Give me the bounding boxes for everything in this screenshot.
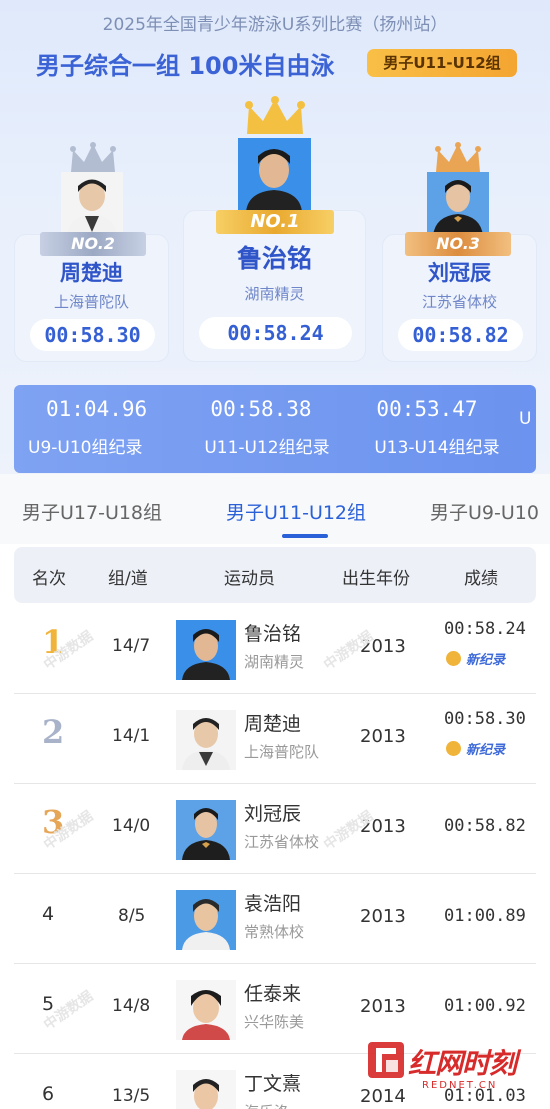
rank: 4 — [42, 903, 55, 925]
record-label: U11-U12组纪录 — [204, 438, 330, 458]
birth-year: 2013 — [360, 906, 406, 927]
result-time: 00:58.24 — [444, 619, 526, 639]
header-athlete: 运动员 — [224, 569, 275, 589]
athlete-name: 袁浩阳 — [244, 893, 302, 915]
athlete-photo — [176, 890, 236, 950]
lane: 14/8 — [112, 996, 151, 1016]
rank: 5 — [42, 993, 55, 1015]
record-next: U — [519, 397, 536, 429]
table-row[interactable]: 1 14/7 鲁治铭 湖南精灵 2013 00:58.24 新纪录 — [14, 605, 536, 694]
table-row[interactable]: 3 14/0 刘冠辰 江苏省体校 2013 00:58.82 — [14, 785, 536, 874]
athlete-photo — [176, 980, 236, 1040]
new-record-label: 新纪录 — [466, 653, 506, 668]
event-title: 2025年全国青少年游泳U系列比赛（扬州站） — [102, 15, 448, 35]
logo-sub: REDNET.CN — [422, 1080, 498, 1091]
athlete-name: 周楚迪 — [244, 713, 302, 735]
athlete-name: 鲁治铭 — [244, 623, 302, 645]
rank-bronze: 3 — [42, 803, 65, 841]
event-subtitle: 男子综合一组 100米自由泳 — [36, 52, 335, 80]
lane: 8/5 — [118, 906, 146, 926]
record-label: U13-U14组纪录 — [374, 438, 500, 458]
athlete-photo — [176, 800, 236, 860]
athlete-team: 兴华陈美 — [244, 1013, 305, 1031]
birth-year: 2013 — [360, 996, 406, 1017]
result-time: 00:58.82 — [444, 816, 526, 836]
new-record-label: 新纪录 — [466, 743, 506, 758]
athlete-team: 上海普陀队 — [244, 743, 320, 761]
record-u13-u14: 00:53.47 U13-U14组纪录 — [352, 397, 522, 458]
podium-time: 00:58.82 — [398, 319, 523, 351]
table-row[interactable]: 4 8/5 袁浩阳 常熟体校 2013 01:00.89 — [14, 875, 536, 964]
athlete-photo — [176, 710, 236, 770]
birth-year: 2013 — [360, 726, 406, 747]
podium-team: 上海普陀队 — [53, 293, 129, 311]
athlete-name: 刘冠辰 — [244, 803, 302, 825]
header-result: 成绩 — [464, 569, 498, 589]
podium-ribbon-third: NO.3 — [405, 232, 511, 256]
tab-u9-u10[interactable]: 男子U9-U10 — [430, 498, 539, 525]
new-record-badge: 新纪录 — [446, 739, 505, 758]
rank-silver: 2 — [42, 713, 65, 751]
new-record-badge: 新纪录 — [446, 649, 505, 668]
group-tabs: 男子U17-U18组 男子U11-U12组 男子U9-U10 — [0, 474, 550, 544]
records-strip[interactable]: 01:04.96 U9-U10组纪录 00:58.38 U11-U12组纪录 0… — [14, 385, 536, 473]
lane: 14/0 — [112, 816, 151, 836]
result-time: 00:58.30 — [444, 709, 526, 729]
podium-team: 江苏省体校 — [421, 293, 497, 311]
podium-photo-third — [427, 172, 489, 236]
rednet-logo: 红网时刻 REDNET.CN — [362, 1028, 550, 1109]
record-label: U — [519, 409, 532, 429]
rank: 6 — [42, 1083, 55, 1105]
logo-text: 红网时刻 — [408, 1047, 517, 1080]
group-badge[interactable]: 男子U11-U12组 — [367, 49, 517, 77]
podium-team: 湖南精灵 — [244, 285, 305, 303]
record-time: 00:53.47 — [376, 397, 478, 421]
record-time: 00:58.38 — [210, 397, 312, 421]
result-time: 01:00.89 — [444, 906, 526, 926]
athlete-team: 江苏省体校 — [244, 833, 320, 851]
podium-name: 周楚迪 — [60, 261, 123, 285]
active-tab-indicator — [282, 534, 328, 538]
athlete-photo — [176, 620, 236, 680]
record-time: 01:04.96 — [46, 397, 148, 421]
athlete-team: 湖南精灵 — [244, 653, 305, 671]
medal-icon — [446, 651, 461, 666]
rank-gold: 1 — [42, 623, 65, 661]
podium-time: 00:58.30 — [30, 319, 155, 351]
athlete-team: 常熟体校 — [244, 923, 305, 941]
silver-crown-icon — [70, 142, 116, 172]
athlete-photo — [176, 1070, 236, 1109]
medal-icon — [446, 741, 461, 756]
podium-name: 鲁治铭 — [236, 244, 312, 273]
record-u11-u12: 00:58.38 U11-U12组纪录 — [182, 397, 352, 458]
gold-crown-icon — [245, 96, 305, 134]
table-row[interactable]: 2 14/1 周楚迪 上海普陀队 2013 00:58.30 新纪录 — [14, 695, 536, 784]
podium-photo-first — [238, 138, 311, 212]
podium-name: 刘冠辰 — [428, 261, 491, 285]
lane: 14/1 — [112, 726, 151, 746]
record-u9-u10: 01:04.96 U9-U10组纪录 — [14, 397, 169, 458]
tab-u11-u12[interactable]: 男子U11-U12组 — [226, 498, 366, 525]
header-rank: 名次 — [32, 569, 66, 589]
record-label: U9-U10组纪录 — [28, 438, 143, 458]
athlete-team: 海乐洛 — [244, 1101, 289, 1109]
athlete-name: 丁文熹 — [244, 1073, 302, 1095]
birth-year: 2013 — [360, 636, 406, 657]
header-lane: 组/道 — [108, 569, 148, 589]
podium-photo-second — [61, 172, 123, 236]
tab-u17-u18[interactable]: 男子U17-U18组 — [22, 498, 162, 525]
result-time: 01:00.92 — [444, 996, 526, 1016]
header-birth: 出生年份 — [342, 569, 410, 589]
athlete-name: 任泰来 — [244, 983, 302, 1005]
podium-ribbon-first: NO.1 — [216, 210, 334, 234]
bronze-crown-icon — [435, 142, 481, 172]
lane: 13/5 — [112, 1086, 151, 1106]
podium-ribbon-second: NO.2 — [40, 232, 146, 256]
birth-year: 2013 — [360, 816, 406, 837]
lane: 14/7 — [112, 636, 151, 656]
podium-time: 00:58.24 — [199, 317, 352, 349]
results-table-header: 名次 组/道 运动员 出生年份 成绩 — [14, 547, 536, 603]
